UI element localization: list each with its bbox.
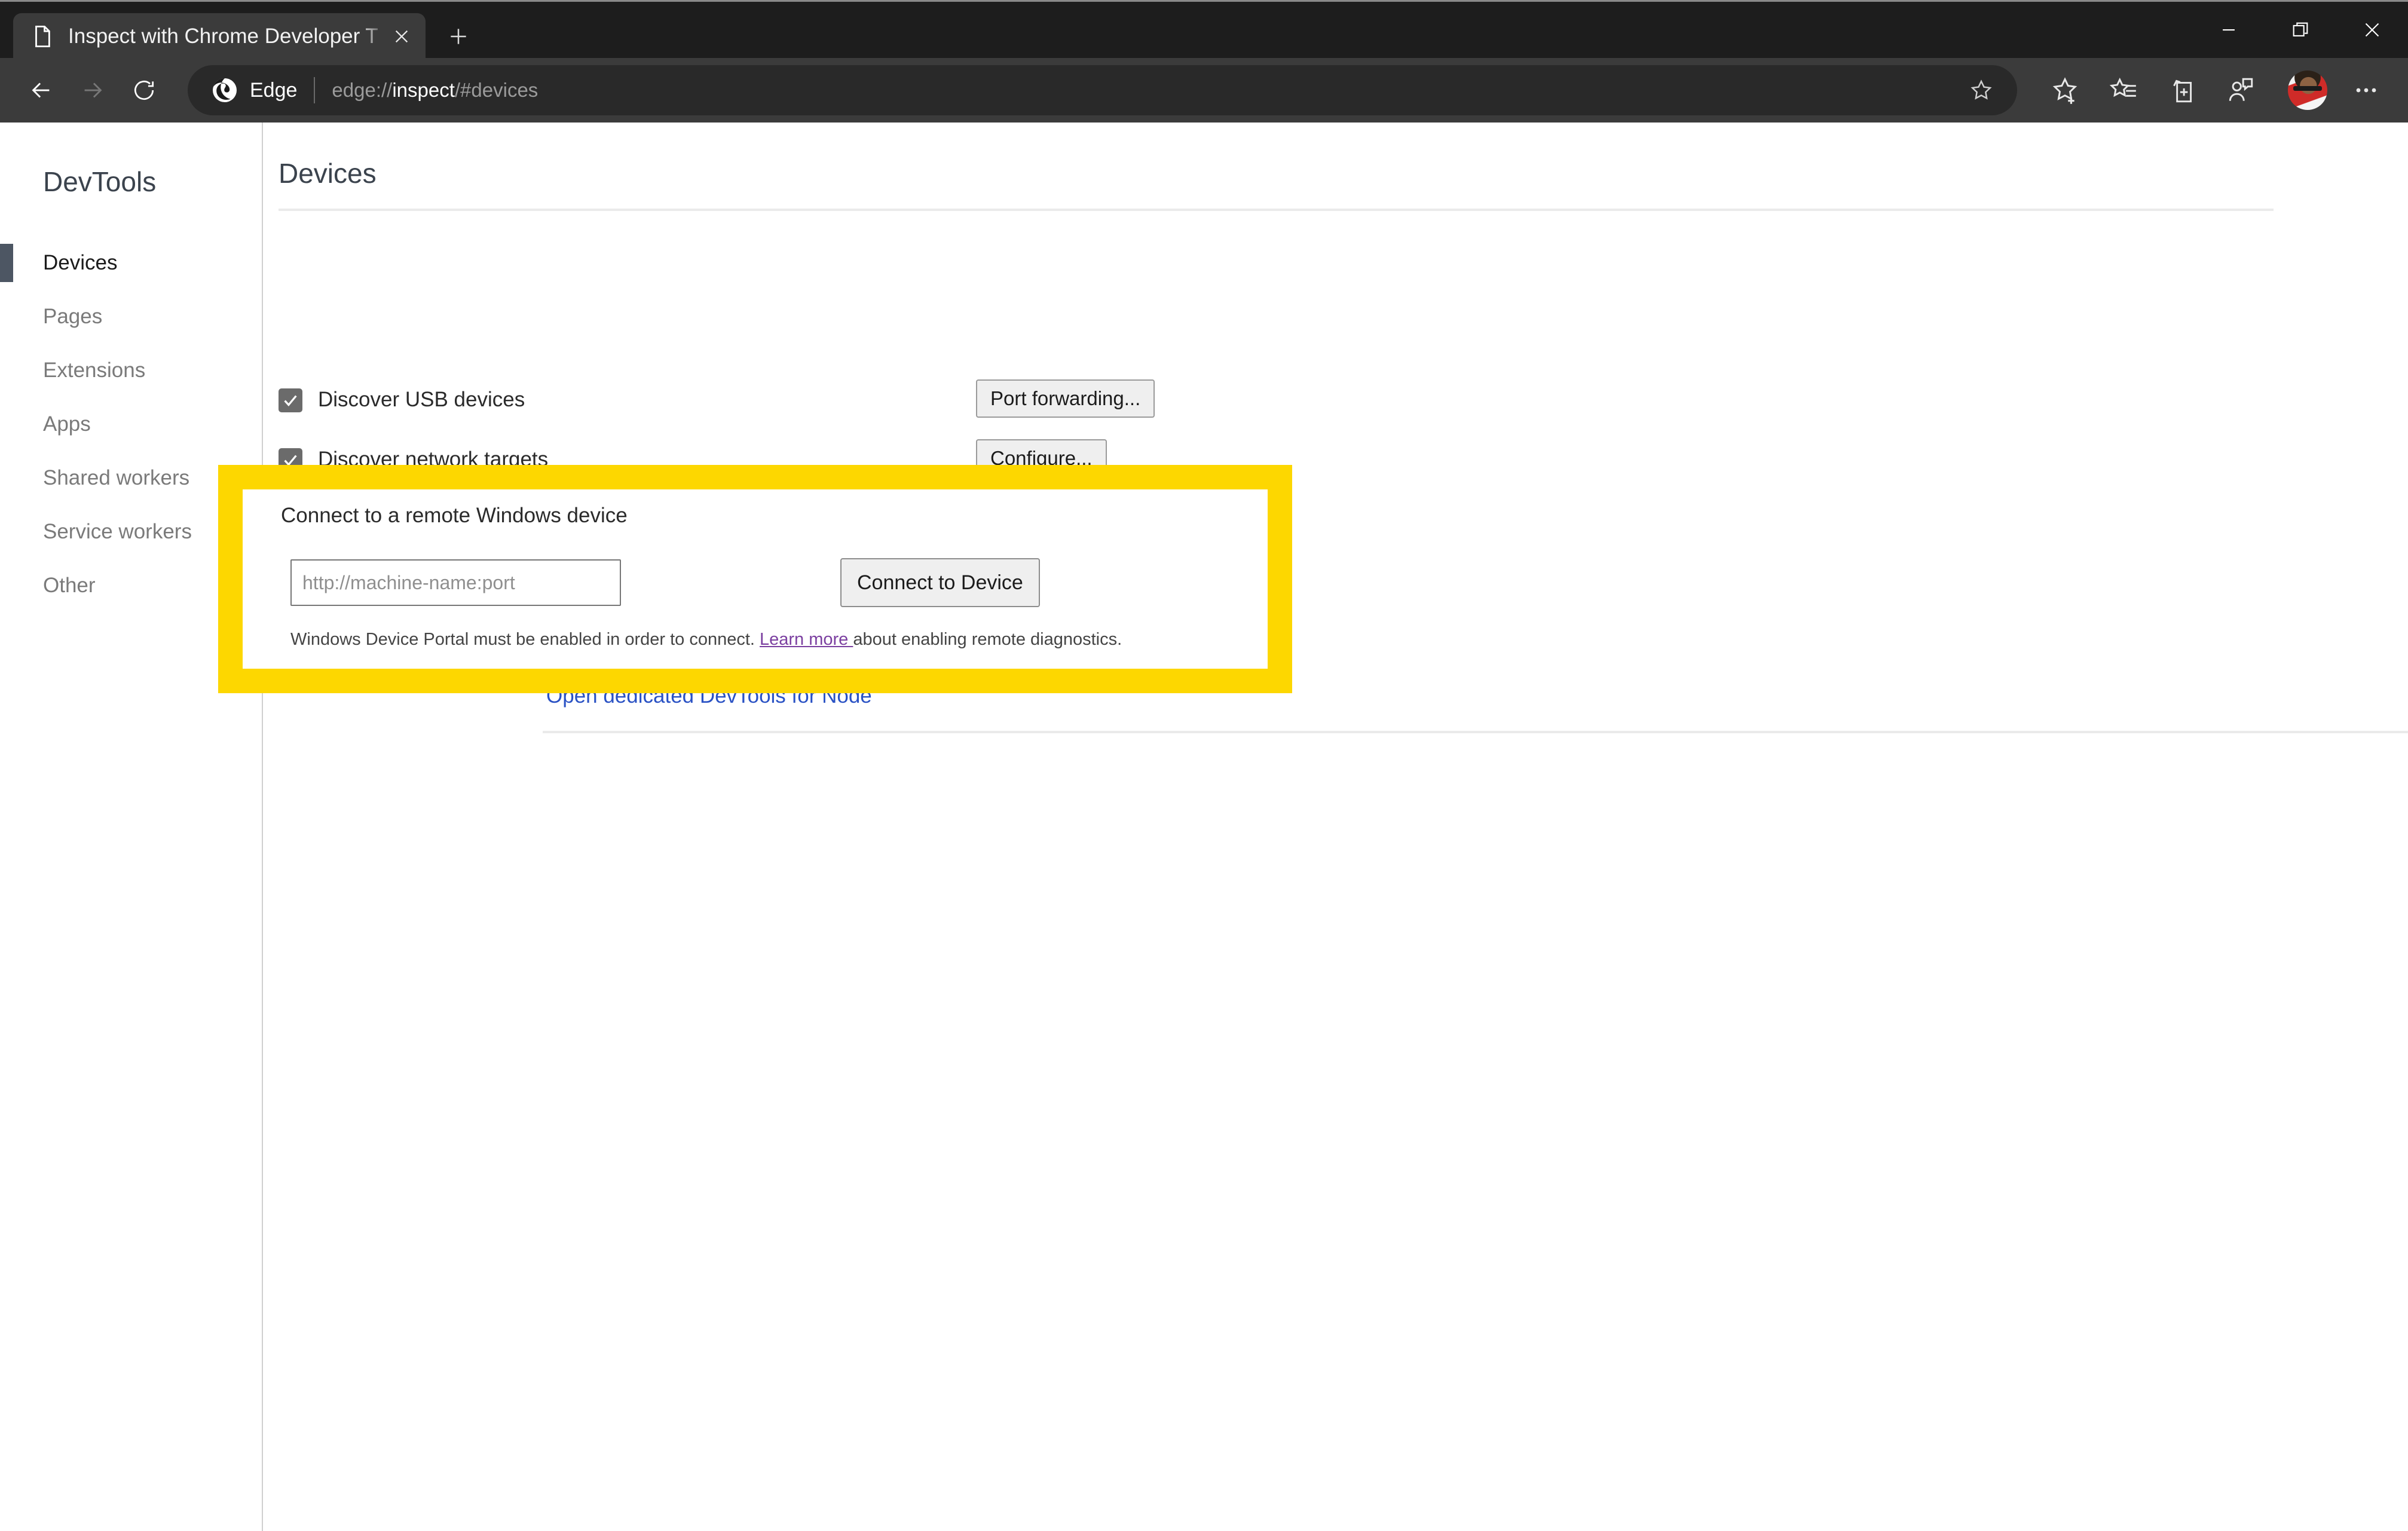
url-suffix: /#devices: [454, 79, 538, 101]
devices-panel: Devices Discover USB devices Port forwar…: [264, 123, 2408, 1531]
note-suffix: about enabling remote diagnostics.: [853, 630, 1122, 649]
devtools-sidebar: DevTools Devices Pages Extensions Apps S…: [0, 123, 263, 1531]
page-content: DevTools Devices Pages Extensions Apps S…: [0, 123, 2408, 1531]
sidebar-item-label: Extensions: [43, 359, 146, 382]
sidebar-item-label: Devices: [43, 251, 118, 274]
avatar[interactable]: [2281, 64, 2334, 117]
close-window-icon[interactable]: [2336, 2, 2408, 58]
learn-more-link[interactable]: Learn more: [760, 630, 853, 649]
sidebar-item-label: Pages: [43, 305, 103, 328]
url-host: inspect: [392, 79, 455, 101]
content-bottom-divider: [543, 731, 2408, 733]
highlight-callout: Connect to a remote Windows device Conne…: [218, 465, 1292, 693]
favorite-star-icon[interactable]: [1963, 72, 1999, 108]
omnibox-brand-label: Edge: [250, 78, 298, 102]
favorite-star-add-icon[interactable]: [2039, 64, 2091, 117]
minimize-icon[interactable]: [2193, 2, 2265, 58]
omnibox-divider: [314, 77, 316, 103]
tab-title: Inspect with Chrome Developer T: [68, 25, 378, 48]
port-forwarding-button[interactable]: Port forwarding...: [976, 379, 1155, 418]
discover-usb-checkbox[interactable]: [279, 388, 302, 412]
forward-icon: [67, 65, 118, 116]
sidebar-item-label: Service workers: [43, 520, 192, 543]
sidebar-item-pages[interactable]: Pages: [0, 290, 262, 344]
profile-feedback-icon[interactable]: [2214, 64, 2267, 117]
title-bar: Inspect with Chrome Developer T: [0, 0, 2408, 60]
new-tab-button[interactable]: [439, 17, 478, 56]
settings-more-icon[interactable]: [2340, 64, 2392, 117]
tab-strip: Inspect with Chrome Developer T: [13, 7, 478, 60]
omnibox-url[interactable]: edge://inspect/#devices: [332, 79, 1963, 102]
discover-usb-row: Discover USB devices: [279, 378, 525, 421]
sidebar-item-label: Shared workers: [43, 466, 190, 489]
connect-to-device-button[interactable]: Connect to Device: [840, 558, 1040, 607]
address-bar[interactable]: Edge edge://inspect/#devices: [188, 65, 2017, 115]
browser-toolbar: Edge edge://inspect/#devices: [0, 58, 2408, 123]
page-icon: [30, 24, 55, 49]
sidebar-item-apps[interactable]: Apps: [0, 397, 262, 451]
edge-logo-icon: [210, 76, 239, 105]
title-divider: [279, 209, 2274, 211]
sidebar-item-devices[interactable]: Devices: [0, 236, 262, 290]
refresh-icon[interactable]: [118, 65, 170, 116]
remote-device-note: Windows Device Portal must be enabled in…: [290, 630, 1122, 650]
window-controls: [2193, 2, 2408, 58]
discover-usb-label: Discover USB devices: [318, 388, 525, 411]
sidebar-title: DevTools: [43, 166, 157, 197]
sidebar-item-label: Other: [43, 574, 96, 597]
browser-tab[interactable]: Inspect with Chrome Developer T: [13, 13, 426, 60]
remote-device-address-input[interactable]: [290, 559, 621, 606]
favorites-list-icon[interactable]: [2097, 64, 2150, 117]
restore-icon[interactable]: [2265, 2, 2336, 58]
sidebar-item-label: Apps: [43, 412, 91, 436]
sidebar-item-extensions[interactable]: Extensions: [0, 344, 262, 397]
browser-window: Inspect with Chrome Developer T Edge edg…: [0, 0, 2408, 1531]
avatar-image: [2288, 71, 2327, 110]
remote-device-heading: Connect to a remote Windows device: [281, 504, 628, 527]
page-title: Devices: [279, 158, 377, 189]
note-prefix: Windows Device Portal must be enabled in…: [290, 630, 760, 649]
close-icon[interactable]: [386, 21, 417, 52]
remote-device-section: Connect to a remote Windows device Conne…: [243, 489, 1268, 669]
toolbar-icon-group: [2033, 64, 2392, 117]
url-prefix: edge://: [332, 79, 393, 101]
back-icon[interactable]: [16, 65, 67, 116]
collections-icon[interactable]: [2156, 64, 2208, 117]
